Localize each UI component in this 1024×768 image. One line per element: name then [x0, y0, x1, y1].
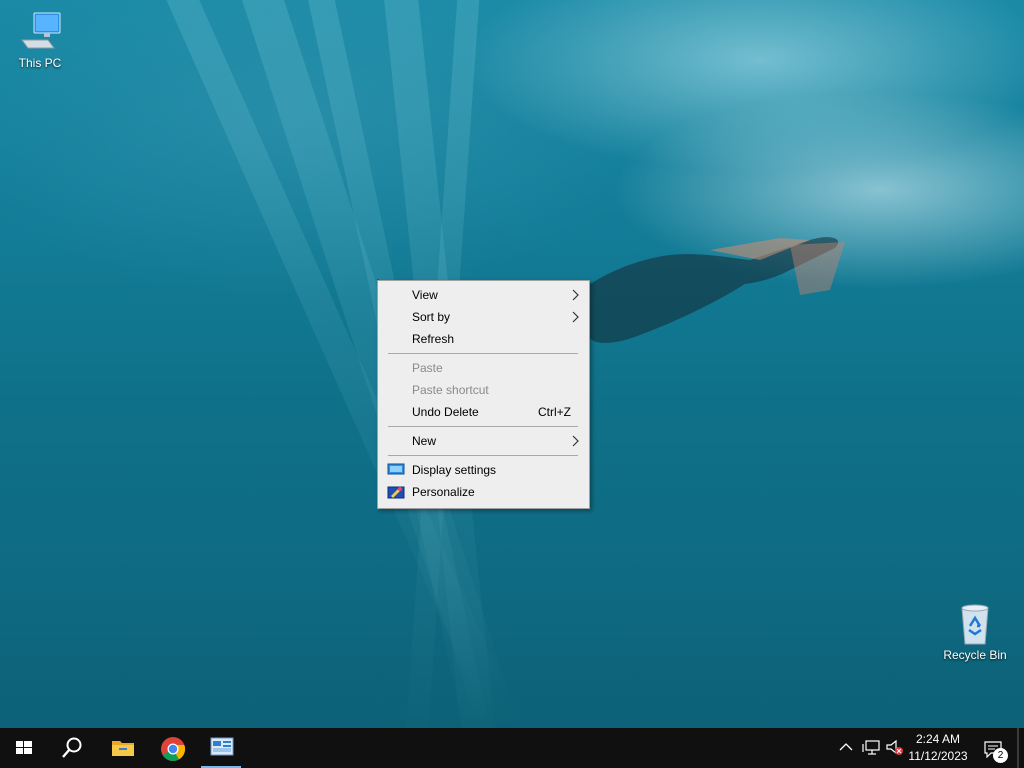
show-desktop-button[interactable] [1017, 728, 1019, 768]
menu-item-label: Sort by [412, 310, 451, 324]
clock-time[interactable]: 2:24 AM [903, 732, 973, 746]
menu-item-undo-delete[interactable]: Undo Delete Ctrl+Z [378, 401, 589, 423]
menu-item-paste-shortcut[interactable]: Paste shortcut [378, 379, 589, 401]
menu-item-paste[interactable]: Paste [378, 357, 589, 379]
taskbar: 2:24 AM 11/12/2023 [0, 728, 1024, 768]
computer-icon [21, 12, 61, 49]
menu-item-view[interactable]: View [378, 284, 589, 306]
menu-item-label: Display settings [412, 463, 497, 477]
desktop-icon-label: This PC [18, 56, 62, 70]
start-button[interactable] [0, 728, 48, 768]
menu-separator [388, 353, 578, 354]
chevron-right-icon [572, 435, 579, 447]
network-icon[interactable] [862, 740, 880, 756]
menu-item-label: Refresh [412, 332, 455, 346]
menu-item-label: Undo Delete [412, 405, 479, 419]
menu-item-display-settings[interactable]: Display settings [378, 459, 589, 481]
desktop-icon-label: Recycle Bin [943, 648, 1007, 662]
menu-item-label: View [412, 288, 438, 302]
menu-item-label: New [412, 434, 437, 448]
menu-item-new[interactable]: New [378, 430, 589, 452]
desktop-icon-this-pc[interactable]: This PC [0, 10, 80, 70]
chevron-up-icon[interactable] [839, 742, 853, 752]
chrome-icon [161, 737, 186, 762]
menu-item-label: Paste [412, 361, 443, 375]
menu-item-personalize[interactable]: Personalize [378, 481, 589, 503]
desktop-icon-recycle-bin[interactable]: Recycle Bin [935, 602, 1015, 662]
diver-silhouette [570, 237, 845, 343]
folder-icon [112, 741, 134, 756]
menu-item-label: Paste shortcut [412, 383, 489, 397]
chevron-right-icon [572, 289, 579, 301]
clock-date[interactable]: 11/12/2023 [903, 749, 973, 763]
recycle-bin-icon [961, 604, 989, 645]
windows-logo-icon [16, 741, 32, 754]
desktop-context-menu: View Sort by Refresh Paste Paste shortcu… [377, 280, 590, 509]
personalize-icon [387, 486, 405, 499]
search-icon [62, 737, 82, 758]
display-settings-icon [387, 463, 405, 475]
notification-badge: 2 [993, 748, 1008, 763]
menu-item-sort-by[interactable]: Sort by [378, 306, 589, 328]
control-panel-icon [210, 737, 234, 756]
search-button[interactable] [48, 728, 96, 768]
volume-muted-icon[interactable] [885, 739, 905, 757]
menu-separator [388, 455, 578, 456]
chrome-button[interactable] [148, 728, 196, 768]
file-explorer-button[interactable] [98, 728, 146, 768]
menu-item-refresh[interactable]: Refresh [378, 328, 589, 350]
menu-item-shortcut: Ctrl+Z [538, 405, 571, 419]
menu-item-label: Personalize [412, 485, 475, 499]
chevron-right-icon [572, 311, 579, 323]
control-panel-button[interactable] [197, 728, 245, 768]
menu-separator [388, 426, 578, 427]
